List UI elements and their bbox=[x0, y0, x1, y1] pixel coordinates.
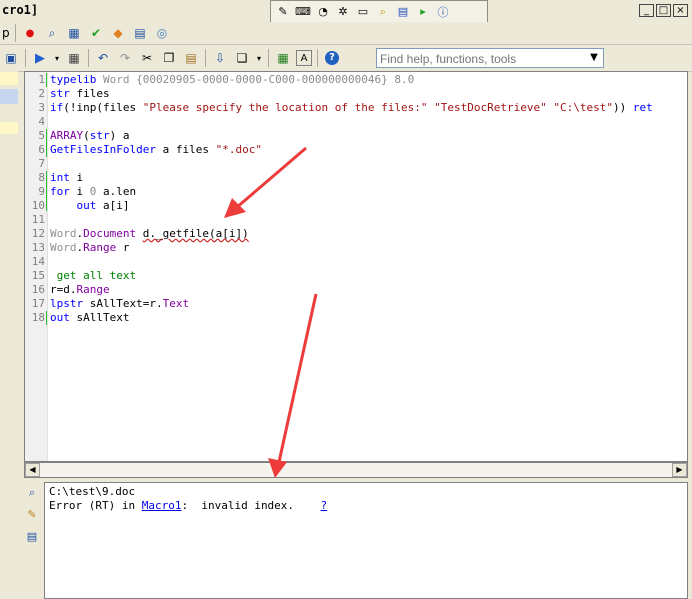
red-arrow-lower bbox=[268, 293, 318, 478]
annotation-arrows bbox=[224, 146, 318, 478]
red-arrow-upper bbox=[224, 146, 307, 218]
